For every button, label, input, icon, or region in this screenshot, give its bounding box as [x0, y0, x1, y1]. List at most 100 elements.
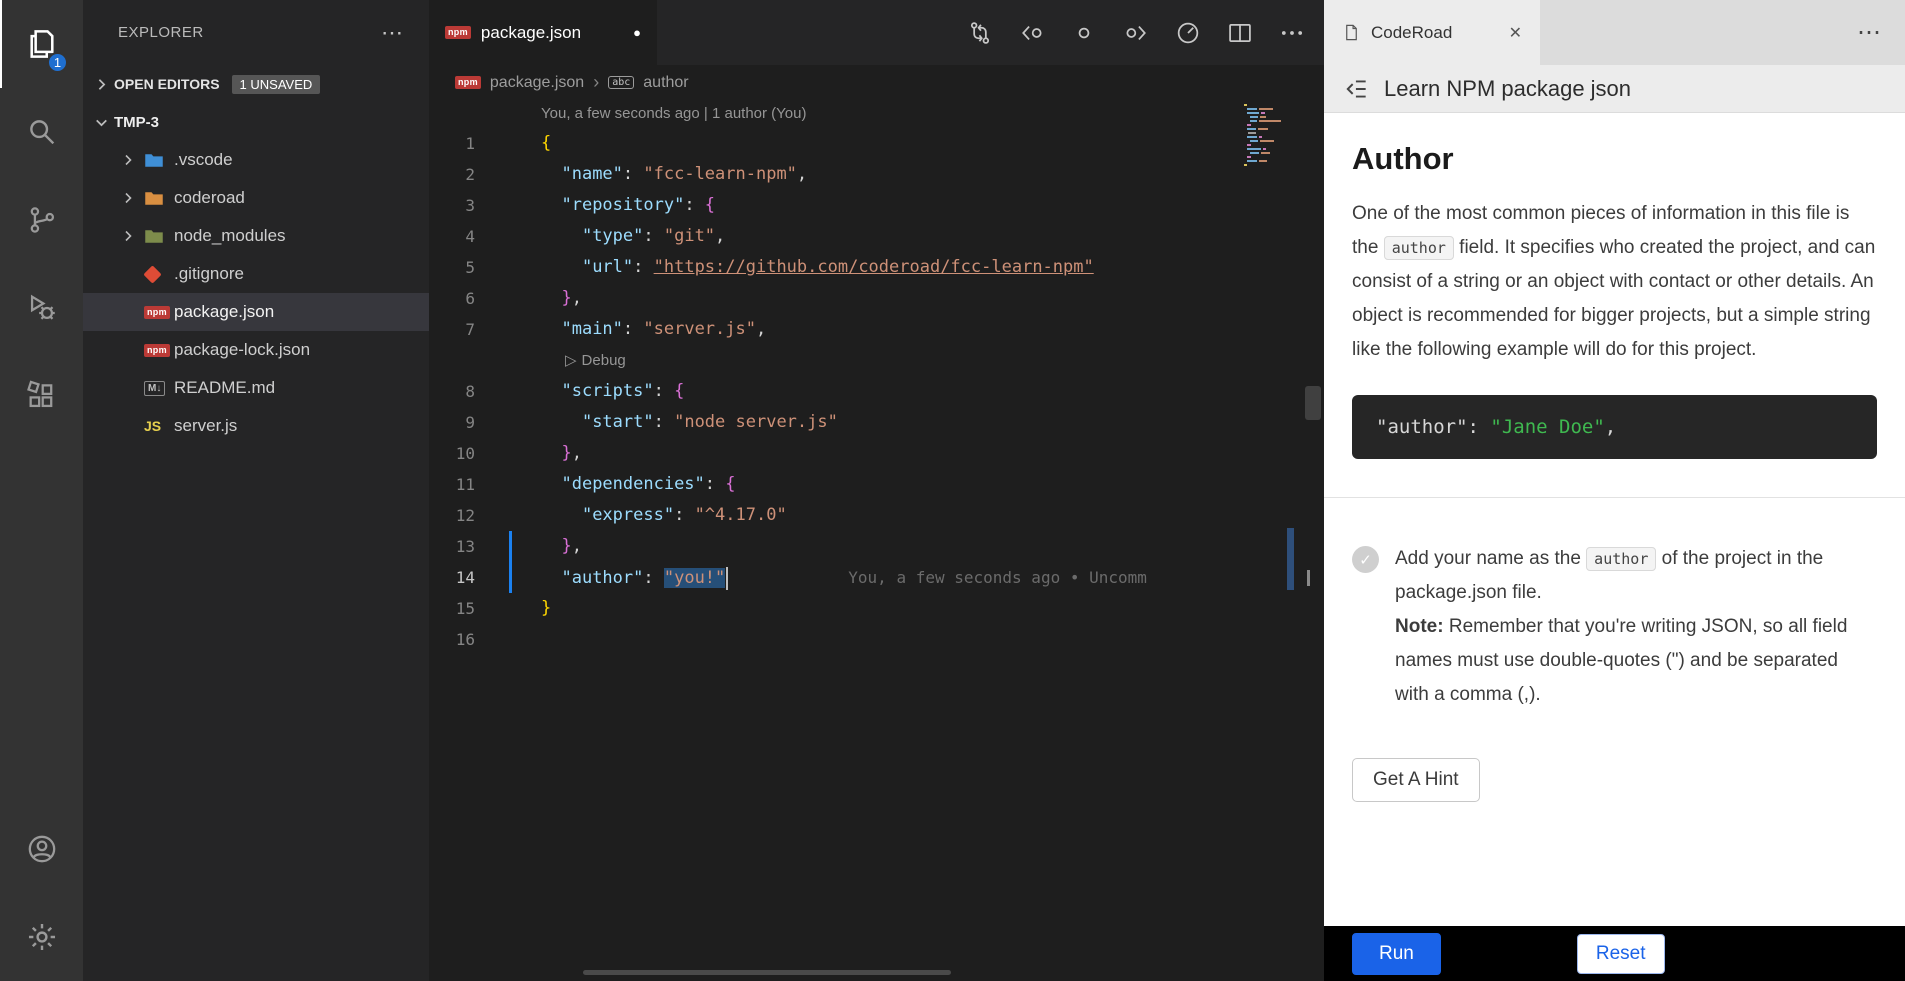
settings-gear-icon — [25, 920, 59, 954]
file-label: server.js — [174, 416, 237, 436]
line-number: 16 — [429, 624, 501, 655]
tree-item-node-modules[interactable]: node_modules — [83, 217, 429, 255]
code-line-9[interactable]: 9 "start": "node server.js" — [429, 407, 1240, 438]
line-number: 5 — [429, 252, 501, 283]
tree-item-package-lock-json[interactable]: npmpackage-lock.json — [83, 331, 429, 369]
more-actions-icon[interactable]: ⋯ — [1857, 18, 1905, 47]
overview-ruler-slider[interactable] — [1305, 386, 1321, 420]
workspace-root-folder[interactable]: TMP-3 — [83, 103, 429, 141]
code-line-16[interactable]: 16 — [429, 624, 1240, 655]
editor-toolbar — [966, 0, 1324, 65]
code-line-2[interactable]: 2 "name": "fcc-learn-npm", — [429, 159, 1240, 190]
horizontal-scrollbar[interactable] — [583, 970, 951, 975]
search-activity-button[interactable] — [0, 88, 83, 176]
overview-ruler — [1286, 100, 1324, 981]
git-icon — [144, 268, 172, 281]
step-forward-icon[interactable] — [1122, 19, 1150, 47]
run-debug-activity-button[interactable] — [0, 264, 83, 352]
codelens-debug-line[interactable]: ▷Debug — [429, 345, 1240, 376]
modified-gutter-indicator — [509, 500, 512, 531]
modified-gutter-indicator — [509, 407, 512, 438]
code-text: }, — [541, 531, 582, 562]
extensions-activity-button[interactable] — [0, 352, 83, 440]
breadcrumb-file[interactable]: package.json — [490, 74, 584, 92]
accounts-button[interactable] — [0, 805, 83, 893]
code-line-11[interactable]: 11 "dependencies": { — [429, 469, 1240, 500]
more-actions-icon[interactable] — [1278, 19, 1306, 47]
code-line-14[interactable]: 14 "author": "you!"You, a few seconds ag… — [429, 562, 1240, 593]
tab-coderoad[interactable]: CodeRoad ✕ — [1324, 0, 1540, 65]
explorer-badge: 1 — [47, 52, 68, 73]
code-text: "start": "node server.js" — [541, 407, 838, 438]
line-number: 10 — [429, 438, 501, 469]
code-text: } — [541, 593, 551, 624]
file-label: README.md — [174, 378, 275, 398]
source-control-activity-button[interactable] — [0, 176, 83, 264]
code-line-8[interactable]: 8 "scripts": { — [429, 376, 1240, 407]
breadcrumb-symbol[interactable]: author — [643, 74, 688, 92]
code-editor[interactable]: You, a few seconds ago | 1 author (You) … — [429, 100, 1240, 981]
code-line-12[interactable]: 12 "express": "^4.17.0" — [429, 500, 1240, 531]
close-icon[interactable]: ✕ — [1509, 23, 1522, 43]
code-line-15[interactable]: 15} — [429, 593, 1240, 624]
step-back-icon[interactable] — [1018, 19, 1046, 47]
line-number: 9 — [429, 407, 501, 438]
sidebar-header: EXPLORER ⋯ — [83, 0, 429, 65]
tree-item-server-js[interactable]: JSserver.js — [83, 407, 429, 445]
debug-codelens[interactable]: ▷Debug — [541, 345, 626, 376]
tree-item-coderoad[interactable]: coderoad — [83, 179, 429, 217]
coderoad-tab-label: CodeRoad — [1371, 23, 1452, 43]
file-label: package.json — [174, 302, 274, 322]
tree-item-gitignore[interactable]: .gitignore — [83, 255, 429, 293]
code-line-5[interactable]: 5 "url": "https://github.com/coderoad/fc… — [429, 252, 1240, 283]
unsaved-dot-icon[interactable]: ● — [633, 25, 641, 40]
node-modules-folder-icon — [144, 228, 172, 245]
npm-icon: npm — [144, 306, 172, 319]
code-line-13[interactable]: 13 }, — [429, 531, 1240, 562]
line-number: 7 — [429, 314, 501, 345]
tree-item-vscode[interactable]: .vscode — [83, 141, 429, 179]
code-text: "express": "^4.17.0" — [541, 500, 787, 531]
npm-icon: npm — [445, 26, 471, 39]
code-text: "repository": { — [541, 190, 715, 221]
explorer-activity-button[interactable]: 1 — [0, 0, 83, 88]
task-item: ✓ Add your name as the author of the pro… — [1352, 542, 1877, 712]
task-check-icon: ✓ — [1352, 546, 1379, 573]
run-timer-icon[interactable] — [1174, 19, 1202, 47]
text-cursor — [726, 567, 728, 590]
tab-package-json[interactable]: npm package.json ● — [429, 0, 657, 65]
inline-blame: You, a few seconds ago • Uncomm — [848, 568, 1147, 587]
coderoad-tab-bar: CodeRoad ✕ ⋯ — [1324, 0, 1905, 65]
open-changes-icon[interactable] — [966, 19, 994, 47]
line-number: 6 — [429, 283, 501, 314]
step-heading: Author — [1352, 141, 1877, 177]
code-line-1[interactable]: 1{ — [429, 128, 1240, 159]
run-button[interactable]: Run — [1352, 933, 1441, 975]
tree-item-readme-md[interactable]: M↓README.md — [83, 369, 429, 407]
back-menu-icon[interactable] — [1344, 76, 1370, 102]
tutorial-title: Learn NPM package json — [1384, 76, 1631, 102]
extensions-icon — [25, 379, 59, 413]
code-line-7[interactable]: 7 "main": "server.js", — [429, 314, 1240, 345]
modified-gutter-indicator — [509, 345, 512, 376]
code-line-6[interactable]: 6 }, — [429, 283, 1240, 314]
modified-overview-mark — [1287, 528, 1294, 590]
get-hint-button[interactable]: Get A Hint — [1352, 758, 1480, 802]
code-text: "author": "you!"You, a few seconds ago •… — [541, 562, 1147, 593]
more-actions-icon[interactable]: ⋯ — [381, 20, 405, 46]
minimap[interactable] — [1240, 100, 1286, 981]
open-editors-section[interactable]: OPEN EDITORS 1 UNSAVED — [83, 65, 429, 103]
codelens-authors[interactable]: You, a few seconds ago | 1 author (You) — [429, 100, 1240, 128]
tree-item-package-json[interactable]: npmpackage.json — [83, 293, 429, 331]
code-line-4[interactable]: 4 "type": "git", — [429, 221, 1240, 252]
code-line-10[interactable]: 10 }, — [429, 438, 1240, 469]
modified-gutter-indicator — [509, 221, 512, 252]
code-line-3[interactable]: 3 "repository": { — [429, 190, 1240, 221]
code-text: }, — [541, 438, 582, 469]
line-number: 8 — [429, 376, 501, 407]
lesson-content: Author One of the most common pieces of … — [1324, 113, 1905, 926]
record-step-icon[interactable] — [1070, 19, 1098, 47]
settings-button[interactable] — [0, 893, 83, 981]
split-editor-icon[interactable] — [1226, 19, 1254, 47]
reset-button[interactable]: Reset — [1577, 934, 1665, 974]
